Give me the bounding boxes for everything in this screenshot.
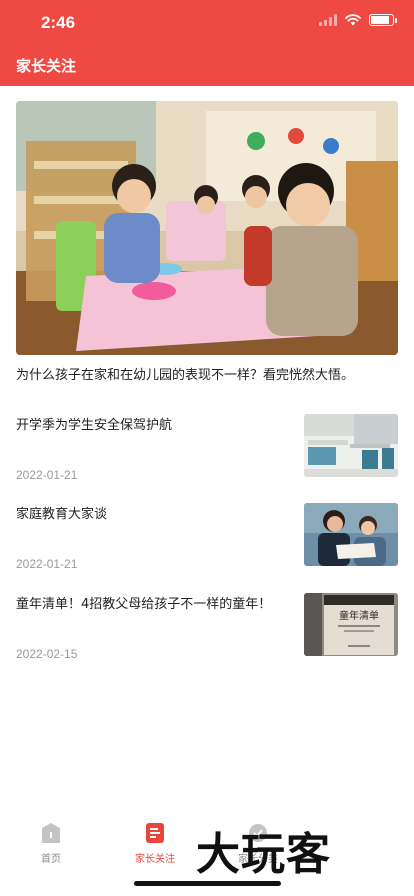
home-icon [42,823,60,843]
book-cover-photo: 童年清单 [304,593,398,656]
article-date: 2022-02-15 [16,647,78,661]
book-cover-title: 童年清单 [339,609,379,622]
article-date: 2022-01-21 [16,557,78,571]
battery-icon [369,14,397,26]
tab-parent-focus[interactable]: 家长关注 [105,822,205,865]
article-title[interactable]: 家庭教育大家谈 [16,503,107,522]
kindergarten-children-photo [16,101,398,355]
cellular-signal-icon [319,14,337,26]
featured-article-title[interactable]: 为什么孩子在家和在幼儿园的表现不一样？看完恍然大悟。 [16,364,398,383]
status-icons [319,14,397,26]
article-item[interactable]: 开学季为学生安全保驾护航 2022-01-21 [16,414,398,482]
classroom-photo [304,414,398,477]
article-thumbnail[interactable] [304,414,398,477]
wifi-icon [345,14,361,26]
tab-parent-focus-label: 家长关注 [135,854,175,865]
parent-reading-photo [304,503,398,566]
article-thumbnail[interactable]: 童年清单 [304,593,398,656]
article-title[interactable]: 童年清单！4招教父母给孩子不一样的童年！ [16,593,271,612]
featured-article-image[interactable] [16,101,398,355]
article-item[interactable]: 童年清单！4招教父母给孩子不一样的童年！ 2022-02-15 童年清单 [16,593,398,661]
tab-home-label: 首页 [41,854,61,865]
article-item[interactable]: 家庭教育大家谈 2022-01-21 [16,503,398,571]
watermark-logo: 大玩客 [196,829,331,880]
tab-home[interactable]: 首页 [1,822,101,865]
news-icon [146,823,164,843]
app-header: 2:46 家长关注 [0,0,414,86]
page-title: 家长关注 [16,57,77,75]
article-title[interactable]: 开学季为学生安全保驾护航 [16,414,172,433]
article-date: 2022-01-21 [16,468,78,482]
article-thumbnail[interactable] [304,503,398,566]
status-time: 2:46 [41,13,76,32]
home-indicator[interactable] [134,881,281,886]
